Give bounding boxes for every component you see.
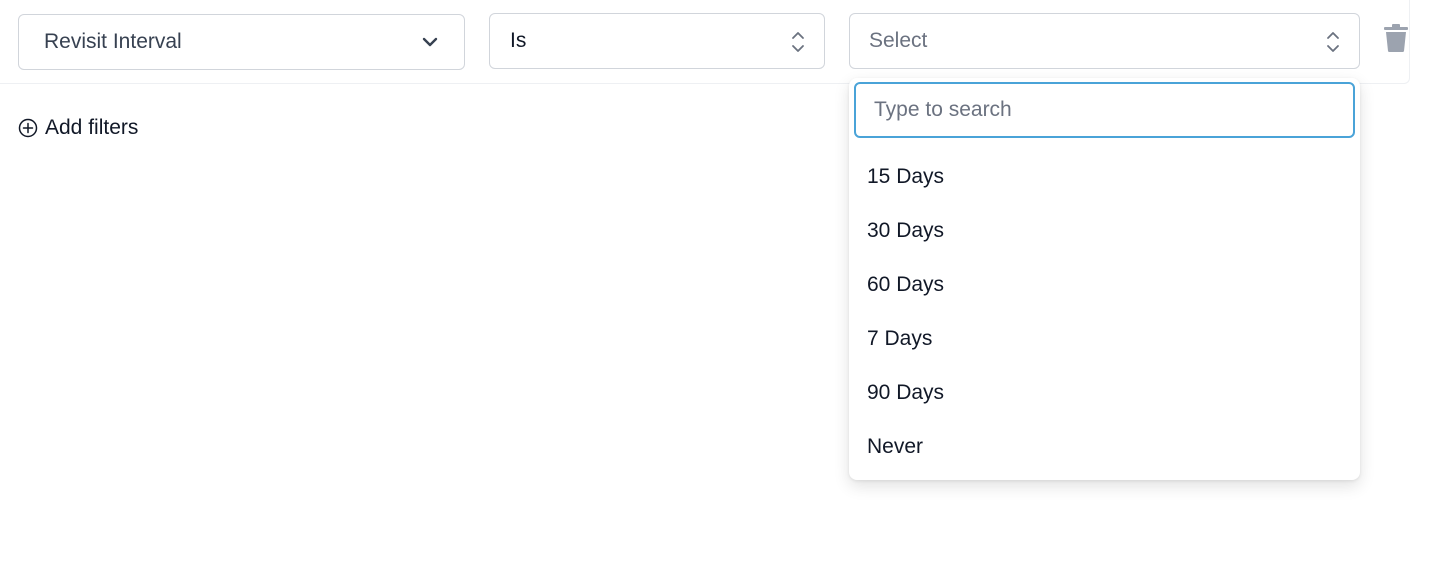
operator-select-value: Is <box>510 29 527 52</box>
add-filters-button[interactable]: Add filters <box>18 115 138 141</box>
filter-row: Revisit Interval Is Select <box>0 0 1410 84</box>
value-select-placeholder: Select <box>869 29 928 52</box>
option-item[interactable]: 7 Days <box>849 312 1360 366</box>
chevron-up-down-icon <box>1327 32 1339 52</box>
search-input[interactable] <box>854 82 1355 138</box>
option-item[interactable]: 15 Days <box>849 150 1360 204</box>
option-item[interactable]: 30 Days <box>849 204 1360 258</box>
value-select[interactable]: Select <box>849 13 1360 69</box>
option-item[interactable]: 60 Days <box>849 258 1360 312</box>
chevron-up-down-icon <box>792 32 804 52</box>
chevron-down-icon <box>422 37 438 47</box>
attribute-select[interactable]: Revisit Interval <box>18 14 465 70</box>
trash-icon[interactable] <box>1384 24 1408 52</box>
attribute-select-value: Revisit Interval <box>44 30 182 53</box>
option-item[interactable]: 90 Days <box>849 366 1360 420</box>
value-dropdown-menu: 15 Days 30 Days 60 Days 7 Days 90 Days N… <box>849 78 1360 480</box>
add-filters-label: Add filters <box>45 116 139 139</box>
option-item[interactable]: Never <box>849 420 1360 474</box>
operator-select[interactable]: Is <box>489 13 825 69</box>
plus-circle-icon <box>18 118 38 138</box>
